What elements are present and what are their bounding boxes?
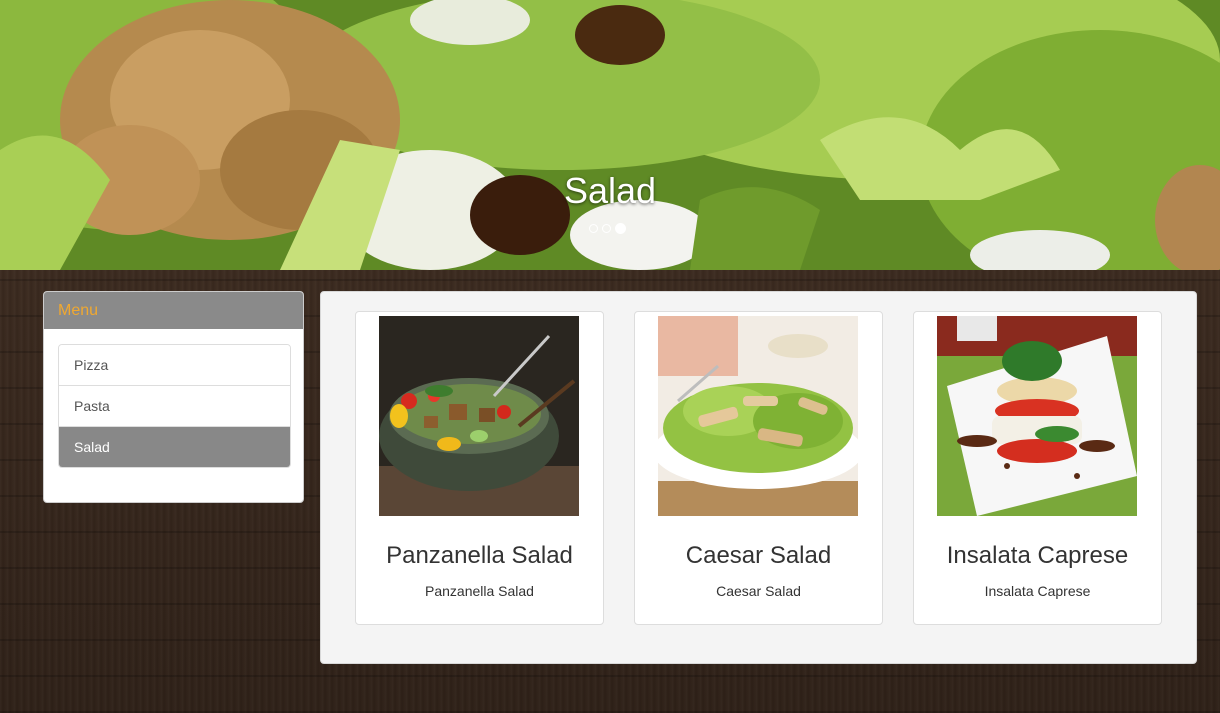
product-description: Panzanella Salad (425, 583, 534, 599)
carousel-indicators (589, 223, 626, 234)
hero-title: Salad (563, 170, 657, 211)
product-grid: Panzanella Salad Panzanella Salad Caesar (320, 291, 1197, 664)
product-title: Caesar Salad (685, 542, 832, 569)
insalata-caprese-image (937, 316, 1137, 516)
product-title: Panzanella Salad (386, 542, 573, 569)
caesar-salad-image (658, 316, 858, 516)
product-title: Insalata Caprese (946, 542, 1129, 569)
panzanella-salad-image (379, 316, 579, 516)
menu-heading: Menu (44, 292, 303, 329)
product-card-caprese[interactable]: Insalata Caprese Insalata Caprese (913, 311, 1162, 625)
carousel-dot-3[interactable] (615, 223, 626, 234)
product-description: Caesar Salad (716, 583, 801, 599)
carousel-dot-2[interactable] (602, 224, 611, 233)
menu-item-pizza[interactable]: Pizza (59, 345, 290, 386)
menu-item-salad[interactable]: Salad (59, 427, 290, 467)
product-card-panzanella[interactable]: Panzanella Salad Panzanella Salad (355, 311, 604, 625)
menu-item-pasta[interactable]: Pasta (59, 386, 290, 427)
product-description: Insalata Caprese (984, 583, 1091, 599)
carousel-dot-1[interactable] (589, 224, 598, 233)
menu-panel: Menu Pizza Pasta Salad (43, 291, 304, 503)
product-card-caesar[interactable]: Caesar Salad Caesar Salad (634, 311, 883, 625)
menu-list: Pizza Pasta Salad (58, 344, 291, 468)
hero-banner: Salad (0, 0, 1220, 270)
